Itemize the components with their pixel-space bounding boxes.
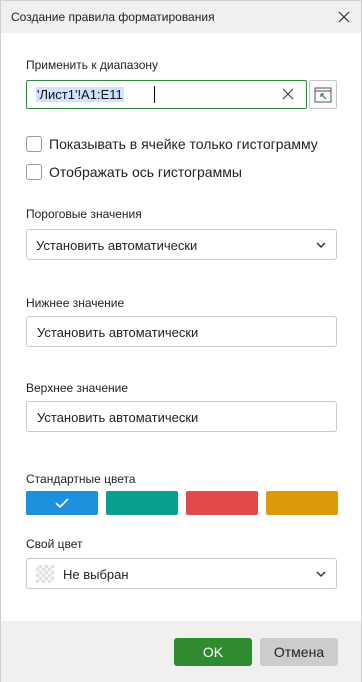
thresholds-label: Пороговые значения (26, 207, 142, 221)
text-caret (154, 86, 155, 103)
cancel-button[interactable]: Отмена (260, 638, 338, 666)
max-value-label: Верхнее значение (26, 381, 128, 395)
custom-color-dropdown[interactable]: Не выбран (26, 558, 337, 589)
select-range-icon (314, 87, 332, 102)
range-value: 'Лист1'!A1:E11 (36, 87, 124, 102)
checkmark-icon (55, 498, 69, 508)
title-bar: Создание правила форматирования (1, 1, 361, 33)
max-value-text: Установить автоматически (37, 410, 199, 425)
dialog-title: Создание правила форматирования (11, 10, 215, 24)
select-range-button[interactable] (309, 80, 337, 109)
max-value-field[interactable]: Установить автоматически (26, 401, 337, 432)
dialog-footer: OK Отмена (1, 621, 361, 682)
range-label: Применить к диапазону (26, 58, 159, 72)
show-axis-label: Отображать ось гистограммы (49, 164, 242, 180)
show-bar-only-label: Показывать в ячейке только гистограмму (49, 136, 318, 152)
chevron-down-icon (316, 242, 326, 249)
thresholds-value: Установить автоматически (36, 238, 198, 253)
color-swatch-orange[interactable] (266, 491, 338, 515)
color-swatch-blue[interactable] (26, 491, 98, 515)
min-value-text: Установить автоматически (37, 325, 199, 340)
show-axis-option[interactable]: Отображать ось гистограммы (26, 163, 242, 181)
chevron-down-icon (316, 571, 326, 578)
ok-button[interactable]: OK (174, 638, 252, 666)
color-swatch-teal[interactable] (106, 491, 178, 515)
custom-color-label: Свой цвет (26, 537, 83, 551)
close-icon (338, 11, 350, 23)
standard-colors-label: Стандартные цвета (26, 472, 136, 486)
close-button[interactable] (333, 6, 355, 28)
custom-color-value: Не выбран (63, 567, 129, 582)
show-bar-only-checkbox[interactable] (26, 136, 42, 152)
min-value-label: Нижнее значение (26, 296, 125, 310)
show-bar-only-option[interactable]: Показывать в ячейке только гистограмму (26, 135, 318, 153)
show-axis-checkbox[interactable] (26, 164, 42, 180)
thresholds-dropdown[interactable]: Установить автоматически (26, 229, 337, 260)
transparent-preview-icon (36, 565, 54, 583)
color-swatch-red[interactable] (186, 491, 258, 515)
range-input[interactable]: 'Лист1'!A1:E11 (26, 80, 307, 109)
clear-x-icon[interactable] (280, 86, 296, 102)
format-rule-dialog: Создание правила форматирования Применит… (0, 0, 362, 682)
min-value-field[interactable]: Установить автоматически (26, 316, 337, 347)
